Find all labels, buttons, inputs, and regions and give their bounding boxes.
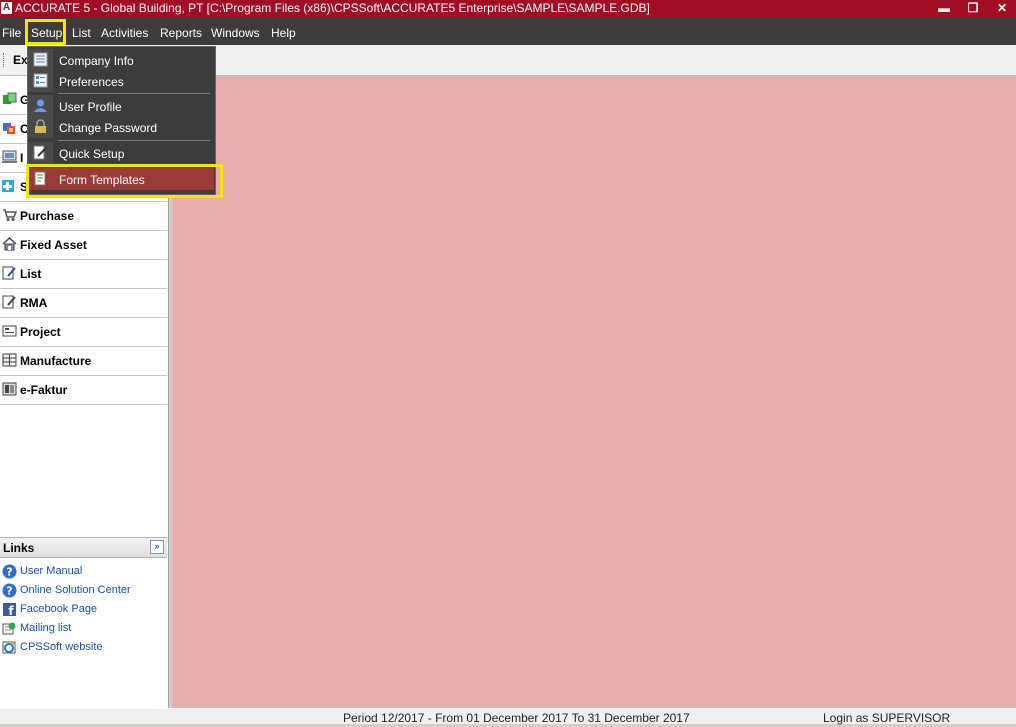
- menu-item-quick-setup[interactable]: Quick Setup: [28, 142, 214, 164]
- menu-item-label: Company Info: [59, 54, 134, 68]
- minimize-button[interactable]: ▬: [933, 0, 955, 17]
- sidebar-item-label: Fixed Asset: [20, 238, 87, 252]
- menu-separator: [58, 93, 210, 94]
- link-label: Facebook Page: [20, 603, 98, 615]
- svg-text:?: ?: [6, 566, 12, 579]
- lock-icon: [35, 119, 46, 133]
- link-facebook-page[interactable]: f Facebook Page: [0, 600, 167, 619]
- menu-item-label: User Profile: [59, 100, 122, 114]
- menu-item-label: Quick Setup: [59, 147, 125, 161]
- period-status: Period 12/2017 - From 01 December 2017 T…: [343, 711, 690, 725]
- login-status: Login as SUPERVISOR: [823, 711, 951, 725]
- list-icon: [2, 266, 16, 280]
- menu-item-label: Preferences: [59, 75, 124, 89]
- main-workspace: [172, 76, 1016, 708]
- sidebar-item-label: Manufacture: [20, 354, 92, 368]
- menu-activities[interactable]: Activities: [101, 26, 148, 40]
- restore-button[interactable]: ❐: [962, 0, 984, 17]
- links-title: Links: [3, 541, 35, 555]
- app-logo-icon: A: [1, 2, 12, 14]
- sidebar-item-list[interactable]: List: [0, 260, 167, 289]
- menu-help[interactable]: Help: [271, 26, 296, 40]
- user-icon: [34, 99, 47, 112]
- link-label: CPSSoft website: [20, 641, 103, 653]
- link-label: User Manual: [20, 565, 83, 577]
- link-cpssoft-website[interactable]: CPSSoft website: [0, 638, 167, 657]
- help-icon: ?: [2, 583, 17, 598]
- menu-item-label: Change Password: [59, 121, 158, 135]
- cart-icon: [3, 209, 17, 221]
- links-panel-header: Links »: [0, 537, 167, 558]
- manufacture-icon: [2, 353, 17, 367]
- sidebar-item-label: I: [20, 151, 24, 165]
- menu-list[interactable]: List: [72, 26, 91, 40]
- sidebar-item-rma[interactable]: RMA: [0, 289, 167, 318]
- link-online-solution-center[interactable]: ? Online Solution Center: [0, 581, 167, 600]
- menu-reports[interactable]: Reports: [160, 26, 202, 40]
- sidebar-item-purchase[interactable]: Purchase: [0, 202, 167, 231]
- sidebar-item-label: Purchase: [20, 209, 75, 223]
- collapse-chevron-icon[interactable]: »: [150, 540, 164, 554]
- svg-text:?: ?: [6, 585, 12, 598]
- general-ledger-icon: [3, 92, 17, 104]
- svg-text:f: f: [8, 604, 14, 617]
- menu-item-change-password[interactable]: Change Password: [28, 116, 214, 138]
- sidebar-item-manufacture[interactable]: Manufacture: [0, 347, 167, 376]
- quick-setup-icon: [33, 145, 47, 160]
- explorer-toolbar-label[interactable]: Ex: [13, 53, 28, 67]
- sidebar-item-project[interactable]: Project: [0, 318, 167, 347]
- menu-file[interactable]: File: [2, 26, 21, 40]
- status-bar: Period 12/2017 - From 01 December 2017 T…: [0, 708, 1016, 725]
- sidebar-item-efaktur[interactable]: e-Faktur: [0, 376, 167, 405]
- efaktur-icon: [2, 382, 17, 396]
- sidebar-item-label: List: [20, 267, 42, 281]
- menu-item-user-profile[interactable]: User Profile: [28, 95, 214, 117]
- sidebar-item-label: e-Faktur: [20, 383, 68, 397]
- menu-item-preferences[interactable]: Preferences: [28, 70, 214, 92]
- link-mailing-list[interactable]: Mailing list: [0, 619, 167, 638]
- sidebar-item-label: Project: [20, 325, 61, 339]
- sales-icon: [2, 180, 14, 192]
- link-label: Online Solution Center: [20, 584, 131, 596]
- setup-highlight-box: [25, 19, 66, 45]
- web-icon: [2, 641, 17, 654]
- window-title: ACCURATE 5 - Global Building, PT [C:\Pro…: [15, 1, 650, 15]
- mail-icon: [2, 622, 16, 635]
- menu-windows[interactable]: Windows: [211, 26, 260, 40]
- menu-separator: [58, 140, 210, 141]
- menu-item-company-info[interactable]: Company Info: [28, 49, 214, 71]
- rma-icon: [2, 295, 16, 309]
- form-templates-highlight-box: [26, 164, 223, 198]
- document-list-icon: [33, 52, 48, 67]
- facebook-icon: f: [3, 603, 16, 617]
- sidebar-item-fixed-asset[interactable]: Fixed Asset: [0, 231, 167, 260]
- menu-bar: File Setup List Activities Reports Windo…: [0, 17, 1016, 45]
- toolbar-grip[interactable]: [3, 53, 7, 67]
- cash-bank-icon: [3, 123, 15, 134]
- project-icon: [2, 325, 17, 337]
- help-icon: ?: [2, 564, 17, 579]
- close-button[interactable]: ✕: [991, 0, 1013, 17]
- inventory-icon: [2, 150, 17, 163]
- link-user-manual[interactable]: ? User Manual: [0, 562, 167, 581]
- title-bar: A ACCURATE 5 - Global Building, PT [C:\P…: [0, 0, 1016, 17]
- sidebar-item-label: RMA: [20, 296, 48, 310]
- link-label: Mailing list: [20, 622, 72, 634]
- settings-list-icon: [33, 73, 48, 88]
- house-icon: [2, 237, 17, 251]
